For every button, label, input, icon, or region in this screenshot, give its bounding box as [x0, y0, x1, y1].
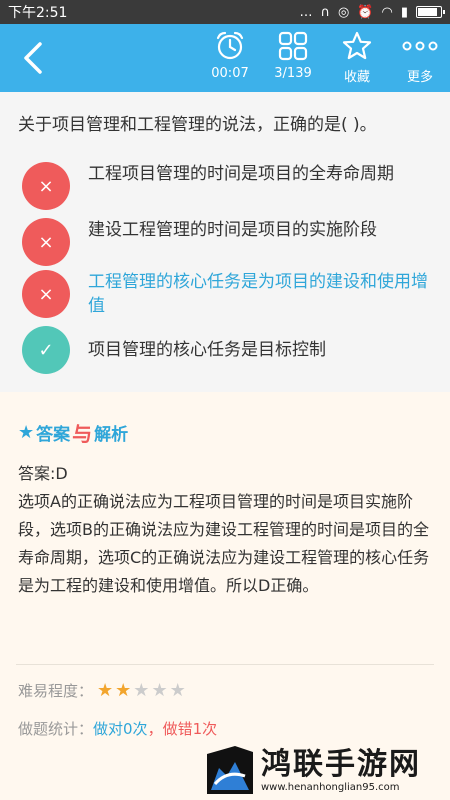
question-area: 关于项目管理和工程管理的说法，正确的是( )。 × 工程项目管理的时间是项目的全…	[0, 92, 450, 392]
heading-answer: 答案	[36, 425, 71, 445]
favorite-button[interactable]: 收藏	[327, 30, 387, 88]
question-text: 关于项目管理和工程管理的说法，正确的是( )。	[18, 115, 377, 135]
star-empty-icon: ★	[133, 680, 150, 701]
top-toolbar: 00:07 3/139 收藏 更多	[0, 24, 450, 92]
difficulty-label: 难易程度：	[18, 682, 94, 700]
analysis-area: ★ 答案 与 解析 答案:D 选项A的正确说法应为工程项目管理的时间是项目实施阶…	[0, 392, 450, 800]
analysis-heading: ★ 答案 与 解析	[18, 418, 128, 447]
status-bar: 下午2:51 … ∩ ◎ ⏰ ◠ ▮	[0, 0, 450, 24]
wifi-icon: ◠	[381, 4, 393, 20]
watermark-main: 鸿联手游网	[261, 746, 421, 782]
wrong-mark-icon: ×	[22, 270, 70, 318]
option-c[interactable]: × 工程管理的核心任务是为项目的建设和使用增值	[22, 270, 432, 318]
wrong-mark-icon: ×	[22, 218, 70, 266]
more-button[interactable]: 更多	[390, 30, 450, 88]
stats-label: 做题统计：	[18, 720, 94, 738]
favorite-label: 收藏	[343, 70, 370, 85]
star-empty-icon: ★	[169, 680, 186, 701]
option-a[interactable]: × 工程项目管理的时间是项目的全寿命周期	[22, 162, 432, 210]
option-text: 工程管理的核心任务是为项目的建设和使用增值	[88, 272, 428, 316]
headset-icon: ∩	[320, 4, 330, 20]
timer-button[interactable]: 00:07	[200, 30, 260, 88]
status-icons: … ∩ ◎ ⏰ ◠ ▮	[299, 4, 445, 20]
star-icon: ★	[18, 422, 35, 443]
wrong-mark-icon: ×	[22, 162, 70, 210]
option-text: 项目管理的核心任务是目标控制	[88, 340, 326, 360]
back-arrow-icon	[24, 42, 42, 74]
option-text: 工程项目管理的时间是项目的全寿命周期	[88, 164, 394, 184]
option-d[interactable]: ✓ 项目管理的核心任务是目标控制	[22, 326, 432, 374]
more-label: 更多	[406, 70, 433, 85]
divider	[16, 664, 434, 665]
stats-correct: 做对0次	[93, 720, 148, 738]
option-b[interactable]: × 建设工程管理的时间是项目的实施阶段	[22, 218, 432, 266]
sync-icon: ◎	[337, 4, 350, 20]
check-mark-icon: ✓	[22, 326, 70, 374]
more-dots-icon	[402, 41, 438, 51]
alarm-clock-icon	[216, 31, 244, 60]
star-empty-icon: ★	[151, 680, 168, 701]
answer-line: 答案:D	[18, 464, 68, 483]
star-outline-icon	[342, 31, 372, 60]
difficulty-row: 难易程度： ★ ★ ★ ★ ★	[18, 680, 186, 701]
grid-icon	[278, 31, 308, 61]
analysis-body: 答案:D 选项A的正确说法应为工程项目管理的时间是项目实施阶段，选项B的正确说法…	[18, 460, 432, 600]
status-time: 下午2:51	[8, 5, 68, 21]
stats-row: 做题统计：做对0次，做错1次	[18, 718, 217, 739]
alarm-icon: ⏰	[357, 4, 374, 20]
stats-sep: ，	[147, 720, 163, 738]
battery-icon	[416, 6, 445, 18]
explanation-text: 选项A的正确说法应为工程项目管理的时间是项目实施阶段，选项B的正确说法应为建设工…	[18, 492, 430, 595]
heading-with: 与	[72, 422, 93, 446]
watermark-url: www.henanhonglian95.com	[261, 781, 400, 793]
back-button[interactable]	[18, 40, 48, 76]
battery-fill	[418, 8, 437, 16]
stats-wrong: 做错1次	[162, 720, 218, 738]
question-grid-button[interactable]: 3/139	[263, 30, 323, 88]
dots-icon: …	[299, 4, 313, 20]
progress-label: 3/139	[274, 66, 312, 81]
signal-icon: ▮	[400, 4, 408, 20]
watermark-text: 鸿联手游网 www.henanhonglian95.com	[261, 746, 421, 793]
watermark-logo-icon	[207, 746, 253, 794]
option-text: 建设工程管理的时间是项目的实施阶段	[88, 220, 377, 240]
star-filled-icon: ★	[115, 680, 132, 701]
timer-label: 00:07	[211, 66, 249, 81]
watermark: 鸿联手游网 www.henanhonglian95.com	[205, 740, 450, 800]
difficulty-stars: ★ ★ ★ ★ ★	[97, 680, 186, 701]
star-filled-icon: ★	[97, 680, 114, 701]
heading-analysis: 解析	[94, 425, 129, 445]
